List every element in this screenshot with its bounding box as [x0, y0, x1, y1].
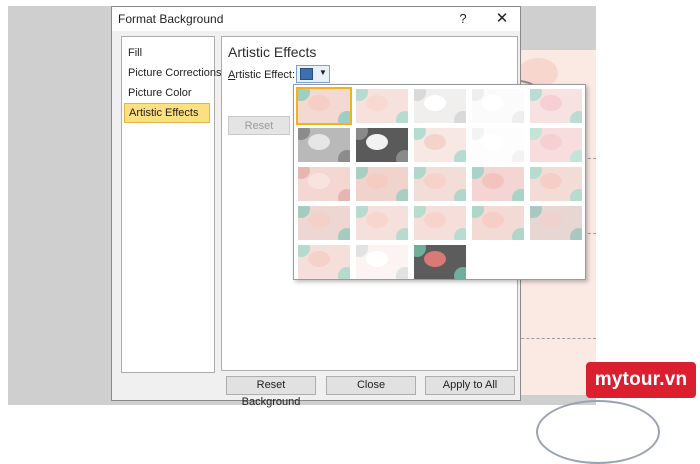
effect-tile[interactable]: [472, 206, 524, 240]
tile-shape: [338, 228, 350, 240]
section-heading: Artistic Effects: [228, 44, 317, 60]
tile-shape: [396, 189, 408, 201]
tile-shape: [540, 134, 562, 150]
effect-tile[interactable]: [414, 128, 466, 162]
nav-item-fill[interactable]: Fill: [124, 43, 210, 63]
help-button[interactable]: ?: [455, 10, 471, 28]
effect-tile[interactable]: [356, 206, 408, 240]
tile-shape: [366, 251, 388, 267]
reset-background-button[interactable]: Reset Background: [226, 376, 316, 408]
tile-shape: [396, 150, 408, 162]
tile-shape: [540, 212, 562, 228]
tile-shape: [512, 228, 524, 240]
artistic-effects-gallery: [293, 84, 586, 280]
chevron-down-icon: ▼: [319, 68, 327, 77]
effect-tile[interactable]: [414, 167, 466, 201]
dialog-titlebar[interactable]: Format Background ? ✕: [112, 7, 520, 31]
tile-shape: [338, 150, 350, 162]
effect-tile[interactable]: [414, 89, 466, 123]
tile-shape: [424, 212, 446, 228]
effect-tile[interactable]: [472, 128, 524, 162]
effect-tile[interactable]: [298, 167, 350, 201]
tile-shape: [482, 95, 504, 111]
tile-shape: [338, 111, 350, 123]
effect-tile[interactable]: [356, 245, 408, 279]
tile-shape: [570, 150, 582, 162]
tile-shape: [454, 150, 466, 162]
tile-shape: [366, 212, 388, 228]
tile-shape: [366, 95, 388, 111]
app-right-area: [596, 0, 700, 405]
effect-tile[interactable]: [414, 206, 466, 240]
artistic-effect-label: Artistic Effect:: [228, 69, 295, 81]
effect-tile[interactable]: [356, 89, 408, 123]
effect-thumbnail-icon: [300, 68, 313, 80]
effect-tile[interactable]: [472, 167, 524, 201]
effect-tile[interactable]: [296, 87, 352, 125]
tile-shape: [308, 173, 330, 189]
tile-shape: [424, 95, 446, 111]
effect-tile[interactable]: [298, 245, 350, 279]
tile-shape: [308, 95, 330, 111]
effect-tile[interactable]: [530, 167, 582, 201]
tile-shape: [482, 212, 504, 228]
tile-shape: [366, 134, 388, 150]
tile-shape: [454, 189, 466, 201]
tile-shape: [482, 173, 504, 189]
tile-shape: [338, 267, 350, 279]
tile-shape: [396, 267, 408, 279]
tile-shape: [512, 111, 524, 123]
label-text: rtistic Effect:: [235, 69, 296, 81]
tile-shape: [570, 111, 582, 123]
tile-shape: [396, 228, 408, 240]
effect-tile[interactable]: [414, 245, 466, 279]
tile-shape: [512, 150, 524, 162]
tile-shape: [454, 228, 466, 240]
mytour-logo: mytour.vn: [586, 362, 696, 398]
tile-shape: [308, 251, 330, 267]
dialog-title: Format Background: [118, 12, 224, 26]
category-list: Fill Picture Corrections Picture Color A…: [121, 36, 222, 373]
tile-shape: [424, 173, 446, 189]
tile-shape: [570, 189, 582, 201]
effect-tile[interactable]: [530, 206, 582, 240]
tile-shape: [512, 189, 524, 201]
nav-item-picture-corrections[interactable]: Picture Corrections: [124, 63, 222, 83]
effect-tile[interactable]: [530, 89, 582, 123]
effect-tile[interactable]: [298, 128, 350, 162]
tile-shape: [454, 267, 466, 279]
slide-circle: [536, 400, 660, 464]
nav-item-picture-color[interactable]: Picture Color: [124, 83, 210, 103]
slide-dotted-line: [516, 338, 596, 339]
tile-shape: [308, 134, 330, 150]
nav-item-artistic-effects[interactable]: Artistic Effects: [124, 103, 210, 123]
tile-shape: [454, 111, 466, 123]
tile-shape: [366, 173, 388, 189]
artistic-effect-dropdown[interactable]: ▼: [296, 65, 330, 83]
effect-tile[interactable]: [356, 128, 408, 162]
close-icon[interactable]: ✕: [493, 10, 511, 28]
apply-to-all-button[interactable]: Apply to All: [425, 376, 515, 395]
tile-shape: [338, 189, 350, 201]
effect-tile[interactable]: [530, 128, 582, 162]
tile-shape: [570, 228, 582, 240]
tile-shape: [308, 212, 330, 228]
effect-tile[interactable]: [472, 89, 524, 123]
tile-shape: [396, 111, 408, 123]
reset-button[interactable]: Reset: [228, 116, 290, 135]
effect-tile[interactable]: [356, 167, 408, 201]
app-left-strip: [0, 0, 8, 405]
tile-shape: [540, 173, 562, 189]
tile-shape: [424, 134, 446, 150]
effect-tile[interactable]: [298, 206, 350, 240]
tile-shape: [424, 251, 446, 267]
tile-shape: [482, 134, 504, 150]
close-button[interactable]: Close: [326, 376, 416, 395]
tile-shape: [540, 95, 562, 111]
